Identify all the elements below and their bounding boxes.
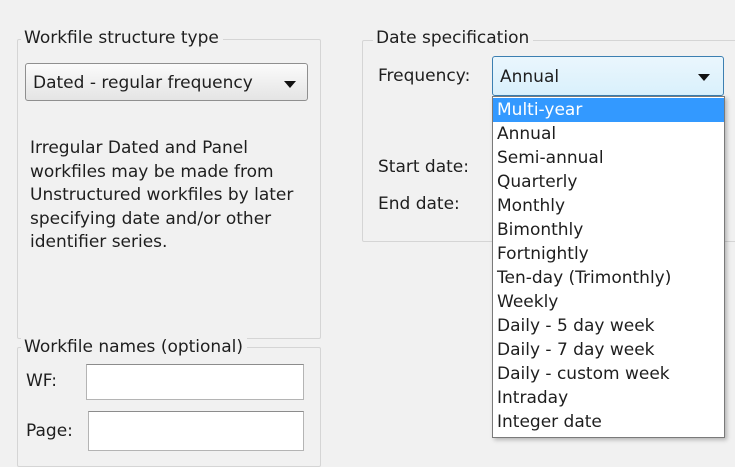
frequency-dropdown-list[interactable]: Multi-year Annual Semi-annual Quarterly Mont…: [492, 96, 725, 438]
chevron-down-icon[interactable]: [279, 64, 301, 100]
frequency-option[interactable]: Semi-annual: [493, 146, 724, 170]
frequency-combobox[interactable]: Annual: [492, 56, 724, 96]
frequency-option[interactable]: Daily - 7 day week: [493, 338, 724, 362]
structure-type-value: Dated - regular frequency: [33, 73, 253, 93]
frequency-label: Frequency:: [378, 66, 471, 86]
page-name-input[interactable]: [88, 411, 304, 451]
wf-name-input[interactable]: [86, 364, 304, 400]
note-line: workfiles may be made from: [30, 161, 274, 182]
structure-type-legend: Workfile structure type: [21, 28, 223, 48]
chevron-down-icon[interactable]: [693, 57, 715, 95]
frequency-option[interactable]: Integer date: [493, 410, 724, 434]
frequency-option[interactable]: Fortnightly: [493, 242, 724, 266]
structure-note: Irregular Dated and Panel workfiles may …: [30, 137, 293, 255]
frequency-option[interactable]: Quarterly: [493, 170, 724, 194]
note-line: specifying date and/or other: [30, 208, 272, 229]
frequency-option[interactable]: Weekly: [493, 290, 724, 314]
frequency-option[interactable]: Annual: [493, 122, 724, 146]
note-line: Unstructured workfiles by later: [30, 185, 294, 205]
start-date-label: Start date:: [378, 157, 469, 177]
frequency-value: Annual: [500, 67, 560, 87]
frequency-option[interactable]: Ten-day (Trimonthly): [493, 266, 724, 290]
frequency-option[interactable]: Daily - 5 day week: [493, 314, 724, 338]
note-line: Irregular Dated and Panel: [30, 138, 248, 158]
frequency-option[interactable]: Multi-year: [493, 98, 724, 122]
page-label: Page:: [26, 421, 73, 441]
frequency-option[interactable]: Monthly: [493, 194, 724, 218]
wf-label: WF:: [26, 371, 57, 391]
date-spec-legend: Date specification: [373, 28, 534, 48]
note-line: identifier series.: [30, 232, 168, 252]
workfile-names-legend: Workfile names (optional): [21, 337, 247, 357]
frequency-option[interactable]: Intraday: [493, 386, 724, 410]
structure-type-combobox[interactable]: Dated - regular frequency: [25, 63, 308, 101]
frequency-option[interactable]: Daily - custom week: [493, 362, 724, 386]
frequency-option[interactable]: Bimonthly: [493, 218, 724, 242]
end-date-label: End date:: [378, 194, 460, 214]
